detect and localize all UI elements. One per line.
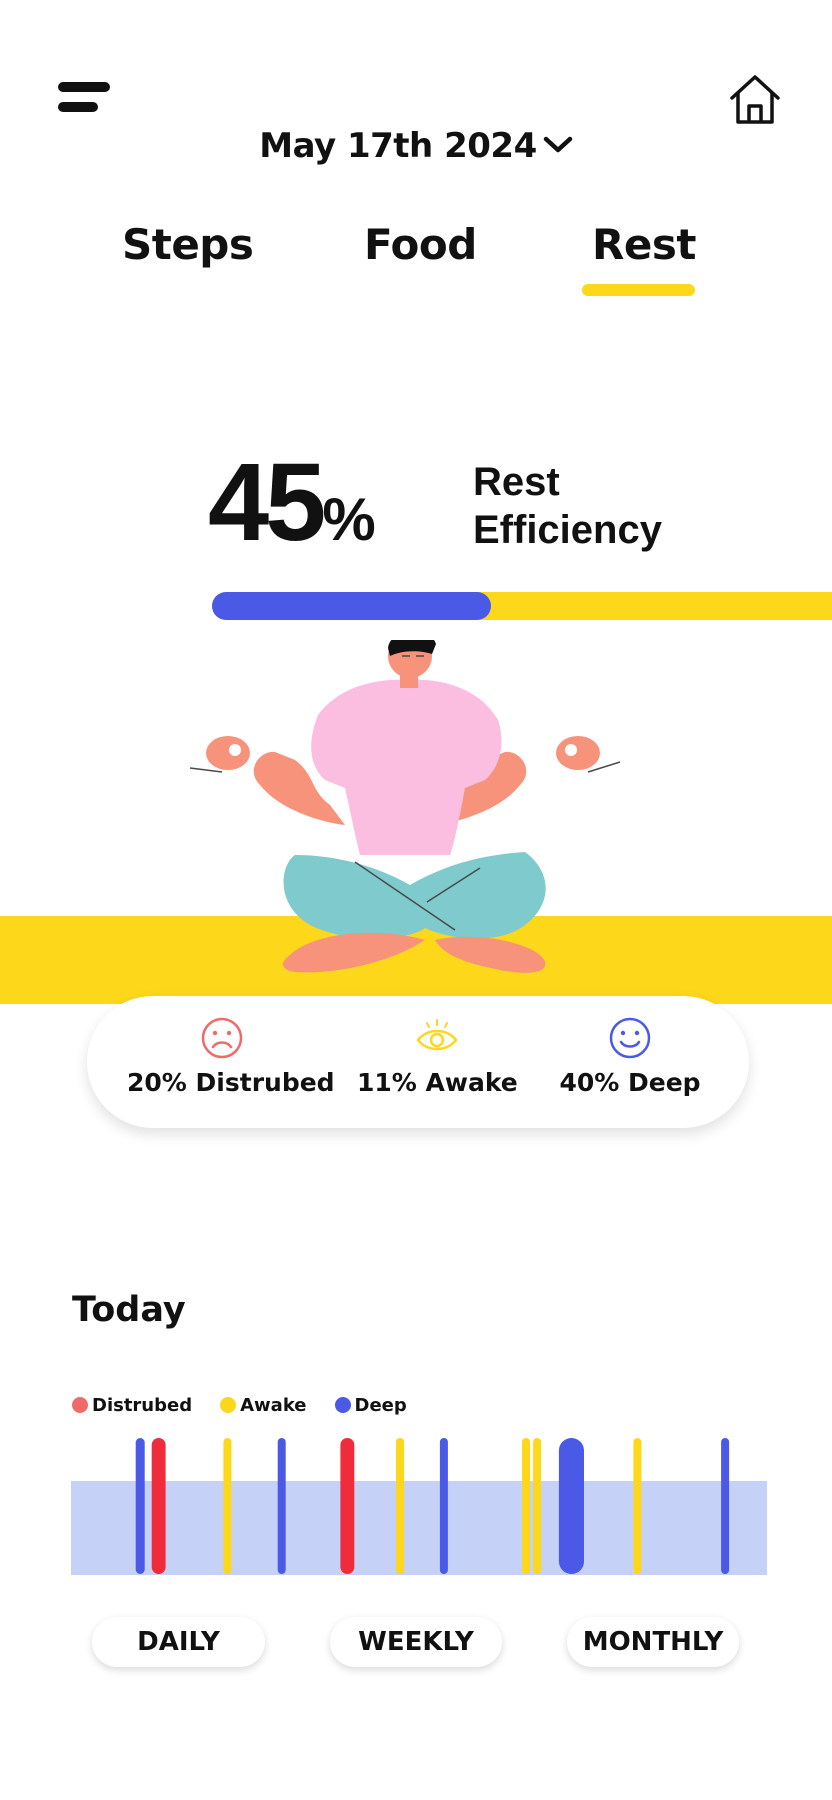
legend-dot-awake [220,1397,237,1413]
legend-dot-disturbed [72,1397,88,1413]
eye-icon [416,1019,458,1051]
timeline-event-awake [223,1438,232,1574]
menu-button[interactable] [40,78,114,122]
legend-item-deep: Deep [334,1395,407,1416]
rest-efficiency-value: 45% [208,441,376,564]
timeline-event-deep [277,1438,286,1574]
timeline-band [71,1481,767,1575]
stat-deep: 40% Deep [555,1016,705,1097]
monthly-button[interactable]: MONTHLY [567,1617,739,1667]
rest-efficiency-label: Rest Efficiency [473,460,662,552]
home-button[interactable] [726,72,784,128]
timeline-event-awake [522,1438,530,1574]
stat-deep-label: 40% Deep [559,1068,701,1097]
sleep-timeline-chart [71,1438,767,1575]
stat-awake: 11% Awake [357,1016,518,1097]
legend-dot-deep [334,1397,351,1413]
section-title-today: Today [72,1290,186,1330]
timeline-legend: Distrubed Awake Deep [72,1394,435,1416]
active-tab-indicator [582,284,695,296]
sleep-stats-card: 20% Distrubed 11% Awake 40% Deep [87,996,749,1128]
stat-disturbed: 20% Distrubed [127,1016,335,1097]
timeline-event-deep [135,1438,145,1574]
sad-face-icon [201,1017,243,1059]
date-picker[interactable]: May 17th 2024 [0,126,832,166]
chevron-down-icon [543,136,572,152]
timeline-event-deep [558,1438,584,1574]
stat-disturbed-label: 20% Distrubed [127,1068,335,1097]
tab-food[interactable]: Food [364,220,477,269]
tab-rest[interactable]: Rest [592,220,696,269]
meditating-person-illustration [189,640,621,973]
timeline-event-awake [396,1438,404,1574]
timeline-event-deep [439,1438,448,1574]
timeline-event-awake [633,1438,642,1574]
timeline-event-distrubed [340,1438,355,1574]
timeline-event-distrubed [151,1438,166,1574]
timeline-event-awake [533,1438,542,1574]
stat-awake-label: 11% Awake [357,1068,518,1097]
legend-item-disturbed: Distrubed [72,1395,192,1416]
date-label: May 17th 2024 [259,126,537,166]
smile-face-icon [609,1017,651,1059]
daily-button[interactable]: DAILY [92,1617,265,1667]
tab-steps[interactable]: Steps [122,220,254,269]
legend-item-awake: Awake [220,1395,307,1416]
weekly-button[interactable]: WEEKLY [330,1617,502,1667]
timeline-event-deep [721,1438,730,1574]
rest-efficiency-progress [212,592,491,620]
home-icon [730,75,780,124]
